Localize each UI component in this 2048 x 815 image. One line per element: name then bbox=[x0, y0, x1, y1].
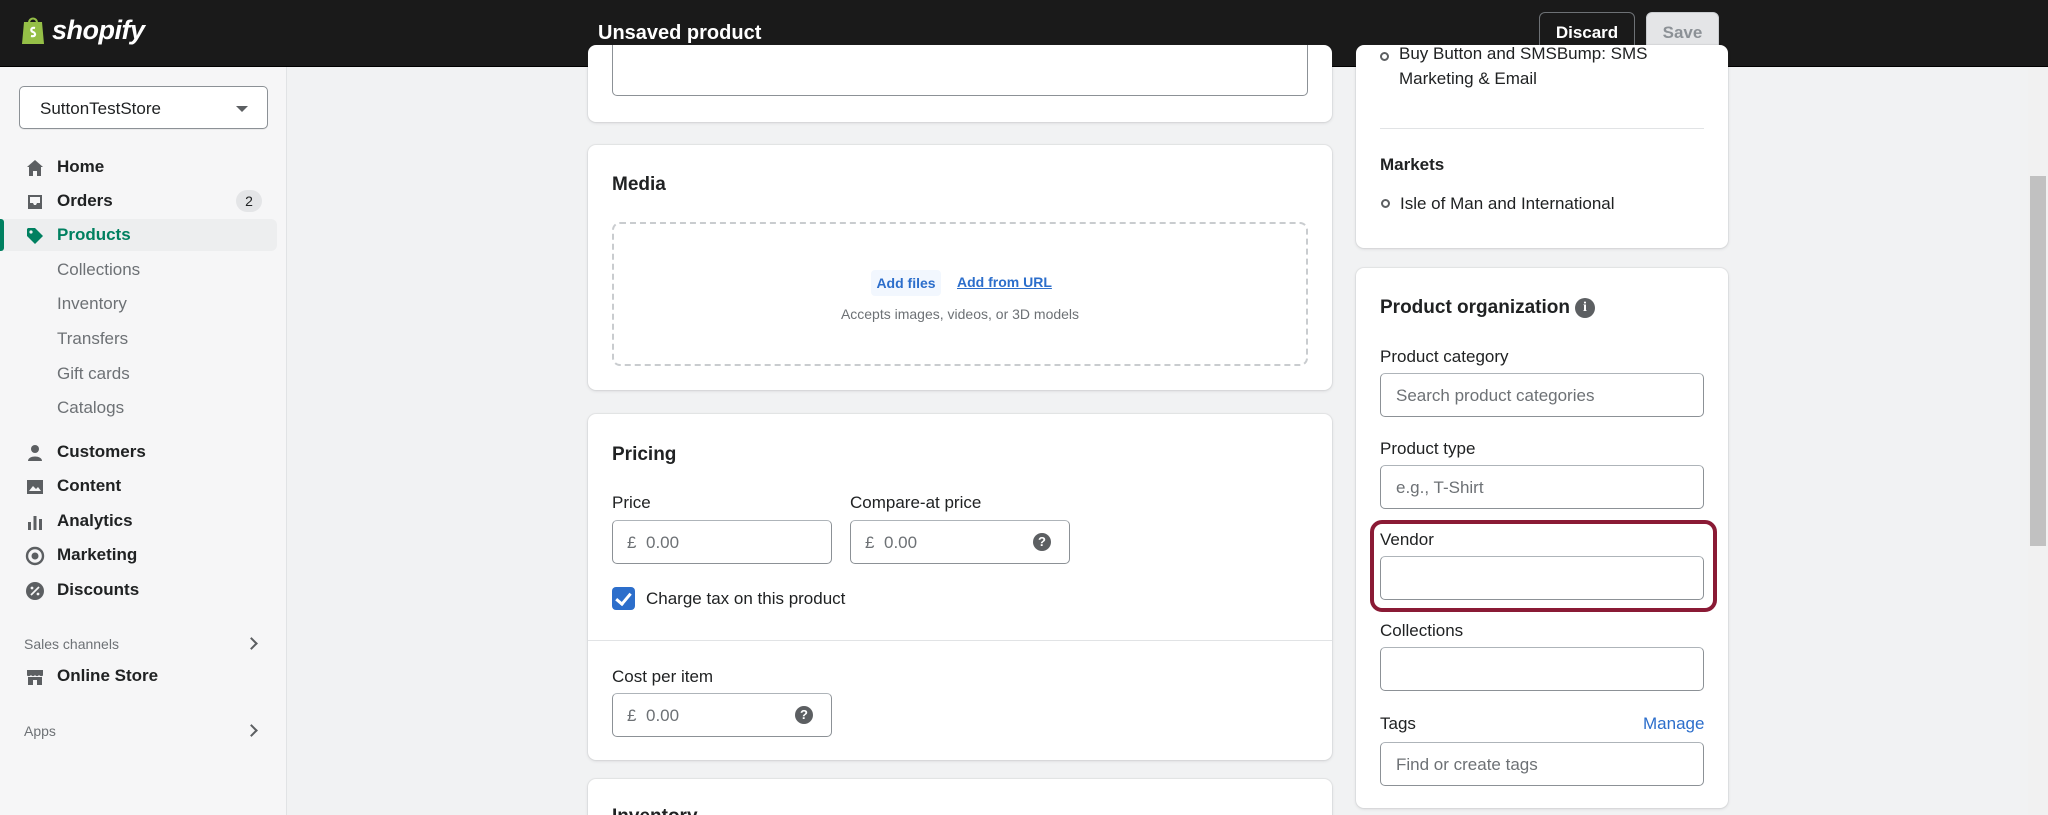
tags-placeholder: Find or create tags bbox=[1396, 755, 1538, 774]
scrollbar-thumb[interactable] bbox=[2030, 176, 2046, 546]
add-from-url-link[interactable]: Add from URL bbox=[957, 274, 1052, 290]
shopify-logo[interactable]: shopify bbox=[20, 14, 145, 46]
sales-channels-chevron-icon[interactable] bbox=[245, 637, 258, 650]
sidebar-subitem-gift-cards[interactable]: Gift cards bbox=[57, 364, 130, 384]
publishing-card: Buy Button and SMSBump: SMS Marketing & … bbox=[1356, 45, 1728, 248]
vendor-highlight-box bbox=[1370, 520, 1717, 612]
logo-text: shopify bbox=[52, 14, 145, 45]
sidebar-item-marketing[interactable]: Marketing bbox=[0, 539, 277, 571]
collections-input[interactable] bbox=[1380, 647, 1704, 691]
sidebar-item-label: Content bbox=[57, 476, 122, 495]
sidebar-item-products[interactable]: Products bbox=[0, 219, 277, 251]
divider bbox=[1380, 128, 1704, 129]
compare-price-placeholder: 0.00 bbox=[884, 533, 918, 552]
inventory-title-clip: Inventory bbox=[612, 807, 712, 815]
pricing-card: Pricing Price Compare-at price £ 0.00 £ … bbox=[588, 414, 1332, 760]
store-selector[interactable]: SuttonTestStore bbox=[19, 86, 268, 129]
sidebar-subitem-transfers[interactable]: Transfers bbox=[57, 329, 128, 349]
info-icon[interactable]: i bbox=[1575, 298, 1595, 318]
product-type-label: Product type bbox=[1380, 439, 1476, 458]
cost-per-item-input[interactable]: £ 0.00 ? bbox=[612, 693, 832, 737]
product-type-placeholder: e.g., T-Shirt bbox=[1396, 478, 1484, 497]
cost-placeholder: 0.00 bbox=[646, 706, 680, 725]
product-type-input[interactable]: e.g., T-Shirt bbox=[1380, 465, 1704, 509]
sidebar-item-online-store[interactable]: Online Store bbox=[0, 660, 277, 692]
sidebar-item-orders[interactable]: Orders 2 bbox=[0, 185, 277, 217]
sales-channels-heading: Sales channels bbox=[24, 636, 119, 652]
compare-price-label: Compare-at price bbox=[850, 493, 982, 512]
product-category-input[interactable]: Search product categories bbox=[1380, 373, 1704, 417]
active-indicator bbox=[0, 219, 4, 251]
page-title: Unsaved product bbox=[598, 22, 762, 44]
caret-down-icon bbox=[236, 106, 248, 112]
channel-dot-icon bbox=[1380, 52, 1389, 61]
tags-input[interactable]: Find or create tags bbox=[1380, 742, 1704, 786]
tag-icon bbox=[27, 228, 43, 244]
question-icon[interactable]: ? bbox=[1033, 533, 1051, 551]
sidebar-item-label: Discounts bbox=[57, 580, 140, 599]
sidebar-item-label: Customers bbox=[57, 442, 146, 461]
question-icon[interactable]: ? bbox=[795, 706, 813, 724]
channel-item: Buy Button and SMSBump: SMS Marketing & … bbox=[1380, 45, 1680, 105]
store-icon bbox=[27, 670, 43, 685]
sidebar: SuttonTestStore Home Orders 2 Products C… bbox=[0, 67, 287, 815]
shopify-bag-icon bbox=[22, 17, 44, 44]
apps-heading[interactable]: Apps bbox=[24, 723, 56, 739]
price-label: Price bbox=[612, 493, 651, 512]
sidebar-subitem-catalogs[interactable]: Catalogs bbox=[57, 398, 124, 418]
description-editor[interactable] bbox=[612, 45, 1308, 96]
product-category-placeholder: Search product categories bbox=[1396, 386, 1595, 405]
sidebar-item-content[interactable]: Content bbox=[0, 470, 277, 502]
sidebar-item-label: Products bbox=[57, 225, 131, 244]
price-input[interactable]: £ 0.00 bbox=[612, 520, 832, 564]
cost-label: Cost per item bbox=[612, 667, 714, 686]
add-files-button[interactable]: Add files bbox=[871, 270, 941, 296]
inventory-card: Inventory bbox=[588, 779, 1332, 815]
pricing-title: Pricing bbox=[612, 444, 677, 465]
sidebar-subitem-inventory[interactable]: Inventory bbox=[57, 294, 127, 314]
orders-icon bbox=[28, 195, 42, 209]
sidebar-subitem-collections[interactable]: Collections bbox=[57, 260, 140, 280]
inventory-title: Inventory bbox=[612, 807, 698, 815]
sidebar-item-analytics[interactable]: Analytics bbox=[0, 505, 277, 537]
channel-text: Buy Button and SMSBump: SMS Marketing & … bbox=[1399, 45, 1648, 88]
markets-title: Markets bbox=[1380, 155, 1445, 174]
media-dropzone[interactable] bbox=[612, 222, 1308, 366]
target-icon bbox=[25, 546, 45, 566]
tags-label: Tags bbox=[1380, 714, 1416, 733]
sidebar-item-label: Marketing bbox=[57, 545, 138, 564]
charge-tax-label[interactable]: Charge tax on this product bbox=[646, 589, 845, 609]
sidebar-item-label: Online Store bbox=[57, 666, 159, 685]
discount-icon bbox=[26, 582, 44, 600]
apps-chevron-icon[interactable] bbox=[245, 724, 258, 737]
media-hint: Accepts images, videos, or 3D models bbox=[840, 306, 1080, 322]
sidebar-item-customers[interactable]: Customers bbox=[0, 436, 277, 468]
sidebar-item-label: Analytics bbox=[57, 511, 133, 530]
product-organization-title: Product organization bbox=[1380, 297, 1570, 318]
market-item: Isle of Man and International bbox=[1400, 194, 1615, 213]
currency-symbol: £ bbox=[627, 706, 637, 725]
person-icon bbox=[28, 445, 42, 461]
divider bbox=[588, 640, 1332, 641]
collections-label: Collections bbox=[1380, 621, 1464, 640]
orders-count-badge: 2 bbox=[236, 190, 262, 212]
bar-chart-icon bbox=[28, 516, 42, 530]
sidebar-item-home[interactable]: Home bbox=[0, 151, 277, 183]
media-title: Media bbox=[612, 174, 666, 195]
currency-symbol: £ bbox=[865, 533, 875, 552]
sidebar-item-label: Orders bbox=[57, 191, 113, 210]
image-icon bbox=[27, 480, 43, 494]
currency-symbol: £ bbox=[627, 533, 637, 552]
price-placeholder: 0.00 bbox=[646, 533, 680, 552]
product-category-label: Product category bbox=[1380, 347, 1509, 366]
manage-tags-link[interactable]: Manage bbox=[1643, 714, 1704, 734]
market-dot-icon bbox=[1381, 199, 1390, 208]
store-name: SuttonTestStore bbox=[40, 99, 161, 118]
sidebar-item-label: Home bbox=[57, 157, 105, 176]
description-card bbox=[588, 45, 1332, 122]
compare-price-input[interactable]: £ 0.00 ? bbox=[850, 520, 1070, 564]
charge-tax-checkbox[interactable] bbox=[612, 587, 635, 610]
home-icon bbox=[27, 160, 43, 176]
sidebar-item-discounts[interactable]: Discounts bbox=[0, 574, 277, 606]
